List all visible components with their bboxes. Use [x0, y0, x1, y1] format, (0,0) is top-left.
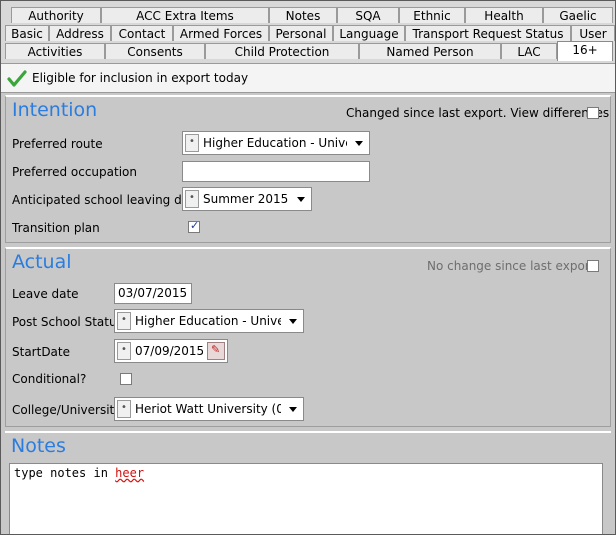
misspelled-word: heer — [115, 466, 145, 480]
intention-section: Intention Changed since last export. Vie… — [5, 95, 611, 243]
chevron-down-icon[interactable] — [289, 319, 297, 324]
chevron-down-icon[interactable] — [297, 197, 305, 202]
changed-since-export-note: Changed since last export. View differen… — [346, 106, 610, 120]
tab-address[interactable]: Address — [49, 25, 111, 41]
leave-date-input[interactable]: 03/07/2015 — [114, 283, 192, 304]
tab-consents[interactable]: Consents — [105, 43, 205, 59]
tab-contact[interactable]: Contact — [111, 25, 173, 41]
lookup-dot-icon[interactable]: • — [185, 134, 199, 152]
lookup-dot-icon[interactable]: • — [117, 400, 131, 418]
leaving-date-label: Anticipated school leaving date — [12, 193, 202, 207]
tab-16-plus[interactable]: 16+ — [557, 41, 613, 61]
green-check-icon — [7, 70, 27, 87]
start-date-field[interactable]: • 07/09/2015 — [114, 339, 228, 363]
eligibility-bar: Eligible for inclusion in export today — [1, 63, 615, 93]
conditional-label: Conditional? — [12, 372, 87, 386]
post-school-status-value: Higher Education - Universi — [135, 314, 281, 328]
notes-textarea[interactable]: type notes in heer — [9, 463, 603, 534]
preferred-route-value: Higher Education - Universi — [203, 136, 347, 150]
view-differences-checkbox[interactable] — [587, 107, 599, 119]
preferred-occupation-input[interactable] — [182, 161, 370, 182]
post-school-status-combo[interactable]: • Higher Education - Universi — [114, 309, 304, 333]
leave-date-label: Leave date — [12, 287, 79, 301]
tab-acc-extra-items[interactable]: ACC Extra Items — [101, 7, 269, 23]
leaving-date-value: Summer 2015 — [203, 192, 289, 206]
actual-title: Actual — [12, 251, 72, 273]
lookup-dot-icon[interactable]: • — [185, 190, 199, 208]
tab-named-person[interactable]: Named Person — [359, 43, 501, 59]
tab-child-protection[interactable]: Child Protection — [205, 43, 359, 59]
tab-basic[interactable]: Basic — [5, 25, 49, 41]
lookup-dot-icon[interactable]: • — [117, 312, 131, 330]
transition-plan-checkbox[interactable] — [188, 219, 200, 233]
tab-transport-request-status[interactable]: Transport Request Status — [405, 25, 571, 41]
calendar-icon[interactable] — [207, 342, 225, 360]
tab-authority[interactable]: Authority — [11, 7, 101, 23]
tab-language[interactable]: Language — [333, 25, 405, 41]
tab-gaelic[interactable]: Gaelic — [543, 7, 613, 23]
preferred-occupation-label: Preferred occupation — [12, 165, 137, 179]
college-university-label: College/University — [12, 403, 122, 417]
intention-title: Intention — [12, 99, 98, 121]
preferred-route-combo[interactable]: • Higher Education - Universi — [182, 131, 370, 155]
start-date-value: 07/09/2015 — [135, 344, 203, 358]
notes-title: Notes — [11, 435, 66, 457]
notes-text: type notes in — [14, 466, 116, 480]
tab-health[interactable]: Health — [465, 7, 543, 23]
conditional-checkbox[interactable] — [120, 373, 132, 385]
tab-personal[interactable]: Personal — [269, 25, 333, 41]
leaving-date-combo[interactable]: • Summer 2015 — [182, 187, 312, 211]
notes-section: Notes type notes in heer — [5, 431, 611, 534]
tab-armed-forces[interactable]: Armed Forces — [173, 25, 269, 41]
student-record-window: Authority ACC Extra Items Notes SQA Ethn… — [0, 0, 616, 535]
college-university-value: Heriot Watt University (00( — [135, 402, 281, 416]
preferred-route-label: Preferred route — [12, 137, 103, 151]
start-date-label: StartDate — [12, 345, 70, 359]
transition-plan-label: Transition plan — [12, 221, 100, 235]
college-university-combo[interactable]: • Heriot Watt University (00( — [114, 397, 304, 421]
tab-user[interactable]: User — [571, 25, 615, 41]
no-change-note: No change since last export. — [427, 259, 599, 273]
chevron-down-icon[interactable] — [355, 141, 363, 146]
tab-strip: Authority ACC Extra Items Notes SQA Ethn… — [1, 1, 615, 63]
post-school-status-label: Post School Status — [12, 315, 123, 329]
tab-notes[interactable]: Notes — [269, 7, 337, 23]
actual-section: Actual No change since last export. Leav… — [5, 247, 611, 427]
tab-activities[interactable]: Activities — [5, 43, 105, 59]
no-change-checkbox[interactable] — [587, 260, 599, 272]
tab-lac[interactable]: LAC — [501, 43, 557, 59]
tab-ethnic[interactable]: Ethnic — [399, 7, 465, 23]
eligible-text: Eligible for inclusion in export today — [32, 71, 249, 85]
tab-sqa[interactable]: SQA — [337, 7, 399, 23]
lookup-dot-icon[interactable]: • — [117, 342, 131, 360]
chevron-down-icon[interactable] — [289, 407, 297, 412]
